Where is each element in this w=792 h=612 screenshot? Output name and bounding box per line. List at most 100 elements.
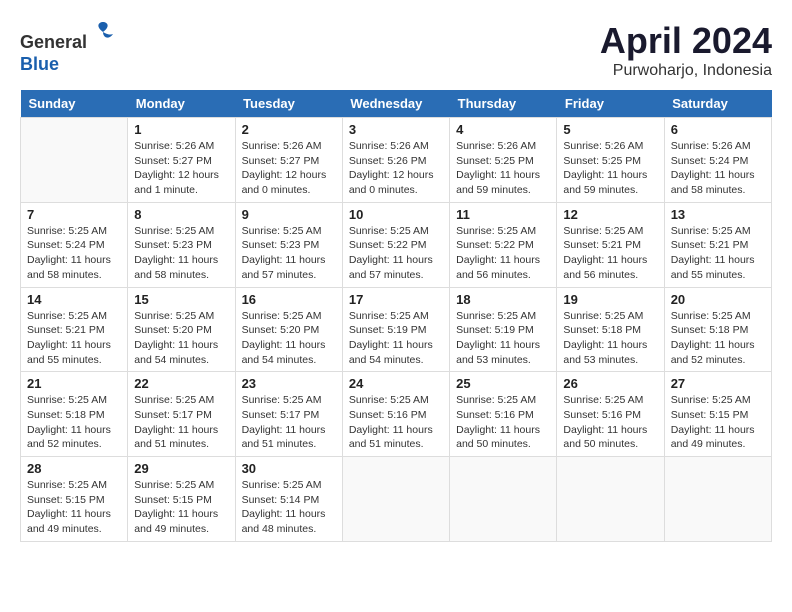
day-number: 11	[456, 207, 550, 222]
calendar-cell: 27 Sunrise: 5:25 AMSunset: 5:15 PMDayligh…	[664, 372, 771, 457]
calendar-cell: 16Sunrise: 5:25 AMSunset: 5:20 PMDayligh…	[235, 287, 342, 372]
day-info: Sunrise: 5:25 AMSunset: 5:23 PMDaylight:…	[242, 224, 336, 283]
calendar-cell: 11Sunrise: 5:25 AMSunset: 5:22 PMDayligh…	[450, 202, 557, 287]
day-number: 15	[134, 292, 228, 307]
day-number: 1	[134, 122, 228, 137]
week-row-2: 7 Sunrise: 5:25 AMSunset: 5:24 PMDaylight…	[21, 202, 772, 287]
day-number: 2	[242, 122, 336, 137]
calendar-cell: 15 Sunrise: 5:25 AMSunset: 5:20 PMDayligh…	[128, 287, 235, 372]
calendar-cell: 22 Sunrise: 5:25 AMSunset: 5:17 PMDayligh…	[128, 372, 235, 457]
day-number: 23	[242, 376, 336, 391]
day-info: Sunrise: 5:25 AMSunset: 5:16 PMDaylight:…	[563, 393, 657, 452]
calendar-table: SundayMondayTuesdayWednesdayThursdayFrid…	[20, 90, 772, 542]
calendar-cell: 14 Sunrise: 5:25 AMSunset: 5:21 PMDayligh…	[21, 287, 128, 372]
calendar-cell	[342, 457, 449, 542]
day-number: 30	[242, 461, 336, 476]
day-info: Sunrise: 5:25 AMSunset: 5:21 PMDaylight:…	[27, 309, 121, 368]
calendar-cell: 20 Sunrise: 5:25 AMSunset: 5:18 PMDayligh…	[664, 287, 771, 372]
day-info: Sunrise: 5:25 AMSunset: 5:18 PMDaylight:…	[27, 393, 121, 452]
logo: General Blue	[20, 20, 117, 75]
day-info: Sunrise: 5:26 AMSunset: 5:26 PMDaylight:…	[349, 139, 443, 198]
calendar-cell: 28 Sunrise: 5:25 AMSunset: 5:15 PMDayligh…	[21, 457, 128, 542]
week-row-5: 28 Sunrise: 5:25 AMSunset: 5:15 PMDayligh…	[21, 457, 772, 542]
day-info: Sunrise: 5:25 AMSunset: 5:22 PMDaylight:…	[349, 224, 443, 283]
day-info: Sunrise: 5:25 AMSunset: 5:15 PMDaylight:…	[671, 393, 765, 452]
calendar-cell: 25Sunrise: 5:25 AMSunset: 5:16 PMDayligh…	[450, 372, 557, 457]
day-info: Sunrise: 5:25 AMSunset: 5:20 PMDaylight:…	[134, 309, 228, 368]
day-number: 26	[563, 376, 657, 391]
day-number: 17	[349, 292, 443, 307]
week-row-4: 21 Sunrise: 5:25 AMSunset: 5:18 PMDayligh…	[21, 372, 772, 457]
week-row-1: 1 Sunrise: 5:26 AMSunset: 5:27 PMDaylight…	[21, 118, 772, 203]
week-row-3: 14 Sunrise: 5:25 AMSunset: 5:21 PMDayligh…	[21, 287, 772, 372]
day-info: Sunrise: 5:25 AMSunset: 5:23 PMDaylight:…	[134, 224, 228, 283]
day-number: 9	[242, 207, 336, 222]
day-number: 13	[671, 207, 765, 222]
day-info: Sunrise: 5:25 AMSunset: 5:19 PMDaylight:…	[456, 309, 550, 368]
calendar-cell: 26 Sunrise: 5:25 AMSunset: 5:16 PMDayligh…	[557, 372, 664, 457]
day-number: 3	[349, 122, 443, 137]
logo-blue: Blue	[20, 54, 59, 74]
month-title: April 2024	[600, 20, 772, 62]
day-info: Sunrise: 5:25 AMSunset: 5:14 PMDaylight:…	[242, 478, 336, 537]
day-info: Sunrise: 5:26 AMSunset: 5:27 PMDaylight:…	[134, 139, 228, 198]
day-number: 21	[27, 376, 121, 391]
logo-bird-icon	[89, 18, 117, 46]
day-info: Sunrise: 5:25 AMSunset: 5:16 PMDaylight:…	[349, 393, 443, 452]
calendar-cell: 1 Sunrise: 5:26 AMSunset: 5:27 PMDaylight…	[128, 118, 235, 203]
day-info: Sunrise: 5:25 AMSunset: 5:15 PMDaylight:…	[27, 478, 121, 537]
day-number: 18	[456, 292, 550, 307]
calendar-cell: 19Sunrise: 5:25 AMSunset: 5:18 PMDayligh…	[557, 287, 664, 372]
day-number: 16	[242, 292, 336, 307]
calendar-cell	[21, 118, 128, 203]
day-number: 12	[563, 207, 657, 222]
day-info: Sunrise: 5:26 AMSunset: 5:24 PMDaylight:…	[671, 139, 765, 198]
calendar-cell: 5Sunrise: 5:26 AMSunset: 5:25 PMDaylight…	[557, 118, 664, 203]
day-number: 7	[27, 207, 121, 222]
calendar-cell: 7 Sunrise: 5:25 AMSunset: 5:24 PMDaylight…	[21, 202, 128, 287]
calendar-cell: 10Sunrise: 5:25 AMSunset: 5:22 PMDayligh…	[342, 202, 449, 287]
calendar-cell: 4Sunrise: 5:26 AMSunset: 5:25 PMDaylight…	[450, 118, 557, 203]
day-number: 14	[27, 292, 121, 307]
day-number: 22	[134, 376, 228, 391]
calendar-cell: 29Sunrise: 5:25 AMSunset: 5:15 PMDayligh…	[128, 457, 235, 542]
day-info: Sunrise: 5:25 AMSunset: 5:24 PMDaylight:…	[27, 224, 121, 283]
header-saturday: Saturday	[664, 90, 771, 118]
day-info: Sunrise: 5:25 AMSunset: 5:21 PMDaylight:…	[563, 224, 657, 283]
header-thursday: Thursday	[450, 90, 557, 118]
day-number: 27	[671, 376, 765, 391]
day-info: Sunrise: 5:25 AMSunset: 5:21 PMDaylight:…	[671, 224, 765, 283]
calendar-cell: 21 Sunrise: 5:25 AMSunset: 5:18 PMDayligh…	[21, 372, 128, 457]
header-tuesday: Tuesday	[235, 90, 342, 118]
calendar-header-row: SundayMondayTuesdayWednesdayThursdayFrid…	[21, 90, 772, 118]
calendar-cell: 17 Sunrise: 5:25 AMSunset: 5:19 PMDayligh…	[342, 287, 449, 372]
header-friday: Friday	[557, 90, 664, 118]
day-number: 20	[671, 292, 765, 307]
day-info: Sunrise: 5:25 AMSunset: 5:17 PMDaylight:…	[242, 393, 336, 452]
day-info: Sunrise: 5:25 AMSunset: 5:16 PMDaylight:…	[456, 393, 550, 452]
header-wednesday: Wednesday	[342, 90, 449, 118]
day-number: 6	[671, 122, 765, 137]
calendar-cell: 6 Sunrise: 5:26 AMSunset: 5:24 PMDaylight…	[664, 118, 771, 203]
day-number: 19	[563, 292, 657, 307]
calendar-cell: 30 Sunrise: 5:25 AMSunset: 5:14 PMDayligh…	[235, 457, 342, 542]
day-info: Sunrise: 5:25 AMSunset: 5:19 PMDaylight:…	[349, 309, 443, 368]
calendar-cell: 13 Sunrise: 5:25 AMSunset: 5:21 PMDayligh…	[664, 202, 771, 287]
title-block: April 2024 Purwoharjo, Indonesia	[600, 20, 772, 80]
day-info: Sunrise: 5:26 AMSunset: 5:25 PMDaylight:…	[563, 139, 657, 198]
day-info: Sunrise: 5:25 AMSunset: 5:18 PMDaylight:…	[671, 309, 765, 368]
day-number: 28	[27, 461, 121, 476]
calendar-cell: 3 Sunrise: 5:26 AMSunset: 5:26 PMDaylight…	[342, 118, 449, 203]
calendar-cell: 2 Sunrise: 5:26 AMSunset: 5:27 PMDaylight…	[235, 118, 342, 203]
day-number: 8	[134, 207, 228, 222]
location-subtitle: Purwoharjo, Indonesia	[600, 62, 772, 80]
day-info: Sunrise: 5:25 AMSunset: 5:17 PMDaylight:…	[134, 393, 228, 452]
calendar-cell: 23 Sunrise: 5:25 AMSunset: 5:17 PMDayligh…	[235, 372, 342, 457]
day-info: Sunrise: 5:26 AMSunset: 5:27 PMDaylight:…	[242, 139, 336, 198]
day-number: 4	[456, 122, 550, 137]
day-info: Sunrise: 5:25 AMSunset: 5:15 PMDaylight:…	[134, 478, 228, 537]
calendar-cell: 18 Sunrise: 5:25 AMSunset: 5:19 PMDayligh…	[450, 287, 557, 372]
page-header: General Blue April 2024 Purwoharjo, Indo…	[20, 20, 772, 80]
calendar-cell: 9 Sunrise: 5:25 AMSunset: 5:23 PMDaylight…	[235, 202, 342, 287]
calendar-cell	[557, 457, 664, 542]
